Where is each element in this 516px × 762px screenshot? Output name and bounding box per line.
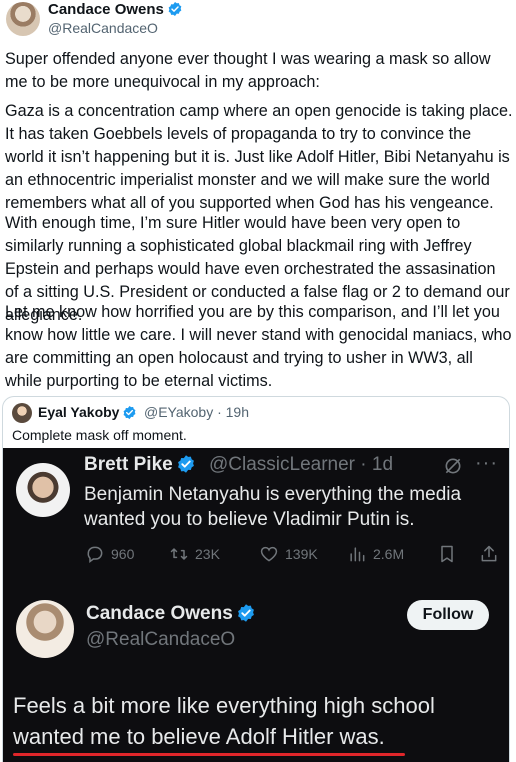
quoted-tweet-text: Complete mask off moment. — [12, 427, 187, 443]
tweet-paragraph: Super offended anyone ever thought I was… — [5, 50, 491, 91]
tweet-paragraph: Let me know how horrified you are by thi… — [5, 303, 512, 390]
repost-action: 23K — [169, 542, 220, 566]
tweet-paragraph: Gaza is a concentration camp where an op… — [5, 102, 513, 212]
reply-count: 960 — [111, 546, 135, 562]
quoted-tweet[interactable]: Eyal Yakoby @EYakoby · 19h Complete mask… — [2, 396, 510, 762]
quoted-author-name[interactable]: Eyal Yakoby — [38, 404, 137, 420]
like-action: 139K — [259, 542, 318, 566]
avatar[interactable] — [12, 403, 32, 423]
screenshot-tweet-text: Feels a bit more like everything high sc… — [13, 693, 435, 749]
verified-badge-icon — [237, 604, 254, 622]
repost-icon — [170, 548, 188, 560]
action-bar: 960 23K 139K 2.6M — [3, 542, 509, 566]
screenshot-author-name: Candace Owens — [86, 603, 256, 625]
screenshot-tweet-text: Benjamin Netanyahu is everything the med… — [84, 484, 462, 530]
tweet-header: Candace Owens @RealCandaceO — [0, 0, 516, 44]
verified-badge-icon — [124, 405, 136, 420]
views-action: 2.6M — [347, 542, 404, 566]
screenshot-author-handle: @RealCandaceO — [86, 629, 236, 650]
verified-badge-icon — [177, 455, 194, 473]
share-action — [479, 542, 499, 566]
views-icon — [350, 547, 365, 562]
share-icon — [481, 545, 497, 562]
screenshot-author-handle: @ClassicLearner · 1d — [209, 454, 394, 475]
grok-icon — [445, 458, 461, 474]
quoted-author-meta[interactable]: @EYakoby · 19h — [144, 404, 249, 420]
views-count: 2.6M — [373, 546, 405, 562]
like-count: 139K — [285, 546, 318, 562]
reply-action: 960 — [85, 542, 134, 566]
follow-button: Follow — [407, 600, 489, 630]
repost-count: 23K — [195, 546, 220, 562]
author-name-row[interactable]: Candace Owens — [48, 1, 183, 18]
avatar — [16, 600, 74, 658]
like-icon — [260, 546, 278, 562]
reply-icon — [87, 546, 103, 563]
bookmark-icon — [441, 545, 453, 563]
avatar — [16, 463, 70, 517]
author-name[interactable]: Candace Owens — [48, 1, 164, 18]
red-underline — [13, 753, 405, 756]
more-icon: ··· — [475, 452, 498, 474]
avatar[interactable] — [6, 2, 40, 36]
screenshot-author-name: Brett Pike — [84, 454, 196, 476]
verified-badge-icon — [168, 2, 182, 16]
bookmark-action — [437, 542, 457, 566]
author-handle[interactable]: @RealCandaceO — [48, 20, 158, 36]
embedded-screenshot[interactable]: Brett Pike @ClassicLearner · 1d ··· Benj… — [3, 448, 509, 762]
